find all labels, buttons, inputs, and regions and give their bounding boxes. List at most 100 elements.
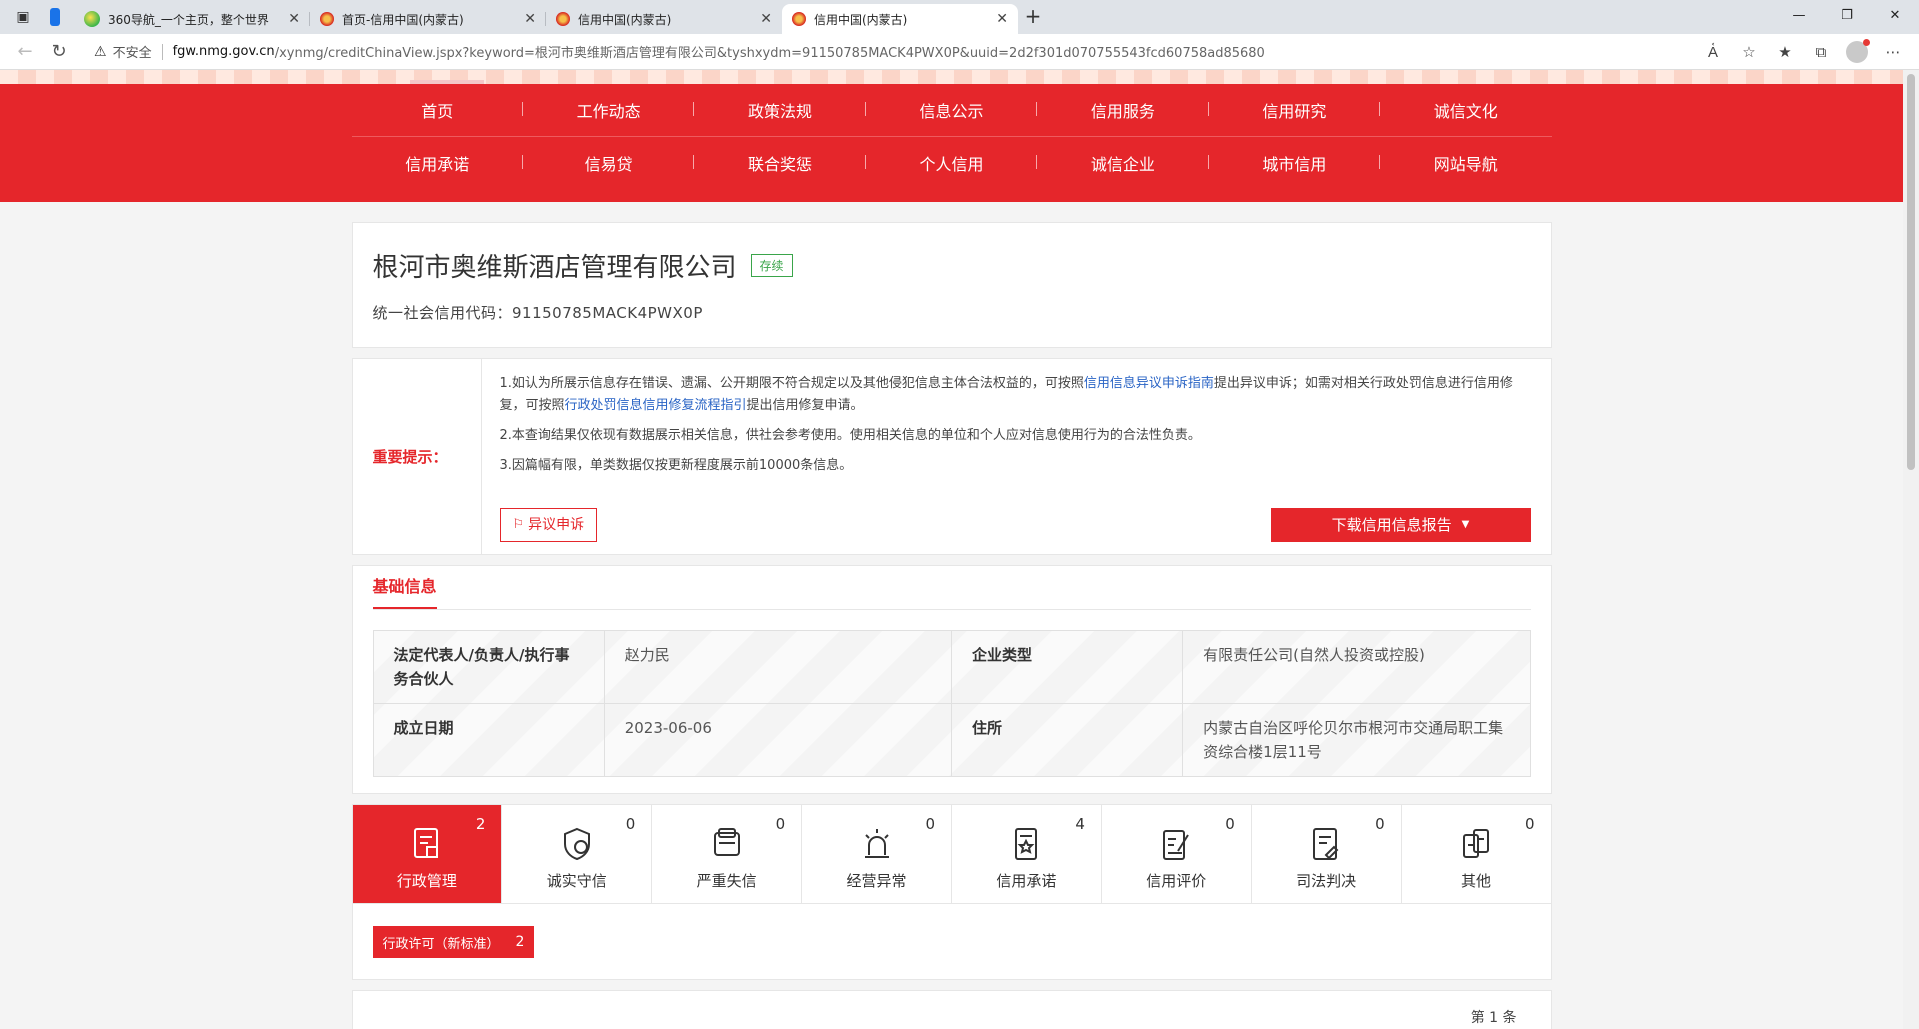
nav-item-city-credit[interactable]: 城市信用 (1209, 151, 1381, 175)
category-count: 0 (625, 815, 636, 833)
browser-tab-1[interactable]: 360导航_一个主页，整个世界 ✕ (74, 4, 310, 34)
nav-item-credit-service[interactable]: 信用服务 (1037, 98, 1210, 122)
more-menu-icon[interactable]: ⋯ (1875, 37, 1911, 67)
nav-item-disclosure[interactable]: 信息公示 (866, 98, 1038, 122)
browser-tab-2[interactable]: 首页-信用中国(内蒙古) ✕ (310, 4, 546, 34)
nav-row-2: 信用承诺 信易贷 联合奖惩 个人信用 诚信企业 城市信用 网站导航 (351, 136, 1552, 188)
table-row: 成立日期 2023-06-06 住所 内蒙古自治区呼伦贝尔市根河市交通局职工集资… (372, 703, 1531, 777)
company-header-card: 根河市奥维斯酒店管理有限公司 存续 统一社会信用代码：91150785MACK4… (351, 222, 1552, 348)
credit-code: 统一社会信用代码：91150785MACK4PWX0P (372, 304, 703, 322)
category-label: 其他 (1461, 872, 1492, 890)
close-icon[interactable]: ✕ (760, 11, 772, 27)
repair-guide-link[interactable]: 行政处罚信息信用修复流程指引 (565, 398, 747, 413)
notice-paragraph-3: 3.因篇幅有限，单类数据仅按更新程度展示前10000条信息。 (499, 458, 853, 473)
category-label: 行政管理 (396, 872, 457, 890)
caret-down-icon: ▼ (1461, 519, 1470, 530)
category-count: 4 (1075, 815, 1085, 833)
tab-honesty[interactable]: 0 诚实守信 (502, 805, 653, 903)
company-name-row: 根河市奥维斯酒店管理有限公司 存续 (373, 247, 1531, 284)
sub-tab-admin-license[interactable]: 行政许可（新标准） 2 (372, 926, 535, 958)
new-tab-icon[interactable]: + (1018, 4, 1048, 28)
browser-tab-4-active[interactable]: 信用中国(内蒙古) ✕ (782, 4, 1018, 34)
url-path: /xynmg/creditChinaView.jspx?keyword=根河市奥… (274, 46, 1265, 61)
category-label: 诚实守信 (546, 872, 607, 890)
insecure-label[interactable]: 不安全 (113, 42, 152, 61)
tab-business-abnormal[interactable]: 0 经营异常 (802, 805, 952, 903)
nav-item-personal-credit[interactable]: 个人信用 (866, 151, 1038, 175)
workspaces-icon[interactable] (42, 4, 68, 30)
tab-title: 首页-信用中国(内蒙古) (342, 12, 464, 27)
tab-admin-management[interactable]: 2 行政管理 (352, 805, 503, 903)
url-field[interactable]: ⚠ 不安全 fgw.nmg.gov.cn /xynmg/creditChinaV… (84, 38, 1687, 66)
nav-item-honest-enterprise[interactable]: 诚信企业 (1037, 151, 1210, 175)
tab-title: 360导航_一个主页，整个世界 (108, 12, 269, 27)
avatar (1846, 38, 1870, 63)
tab-credit-commitment[interactable]: 4 信用承诺 (952, 805, 1102, 903)
appeal-guide-link[interactable]: 信用信息异议申诉指南 (1084, 376, 1214, 391)
nav-item-integrity-culture[interactable]: 诚信文化 (1380, 98, 1551, 122)
emblem-icon (792, 12, 806, 26)
tab-serious-dishonesty[interactable]: 0 严重失信 (652, 805, 803, 903)
other-icon (1458, 826, 1494, 862)
minimize-icon[interactable]: — (1775, 0, 1823, 30)
company-name: 根河市奥维斯酒店管理有限公司 (372, 253, 737, 283)
notice-text: 提出信用修复申请。 (746, 398, 864, 413)
tab-judicial-judgment[interactable]: 0 司法判决 (1252, 805, 1402, 903)
address-value: 内蒙古自治区呼伦贝尔市根河市交通局职工集资综合楼1层11号 (1182, 703, 1531, 777)
person-flag-icon: ⚐ (512, 517, 525, 532)
restore-icon[interactable]: ❐ (1823, 0, 1871, 30)
url-separator (161, 43, 163, 60)
nav-item-home[interactable]: 首页 (352, 98, 524, 122)
category-label: 严重失信 (696, 872, 757, 890)
shield-credit-icon (559, 826, 595, 862)
favorites-icon[interactable]: ★ (1767, 37, 1803, 67)
page-scrollbar[interactable] (1903, 70, 1919, 1029)
browser-tab-bar: ▣ 360导航_一个主页，整个世界 ✕ 首页-信用中国(内蒙古) ✕ 信用中国(… (0, 0, 1919, 34)
profile-icon[interactable] (1839, 37, 1875, 67)
tab-other[interactable]: 0 其他 (1402, 805, 1551, 903)
emblem-icon (320, 12, 334, 26)
table-row: 法定代表人/负责人/执行事务合伙人 赵力民 企业类型 有限责任公司(自然人投资或… (372, 630, 1531, 704)
nav-item-site-nav[interactable]: 网站导航 (1380, 151, 1551, 175)
download-report-button[interactable]: 下载信用信息报告 ▼ (1270, 508, 1531, 542)
close-icon[interactable]: ✕ (288, 11, 300, 27)
category-count: 0 (1524, 815, 1535, 833)
nav-item-policies[interactable]: 政策法规 (694, 98, 867, 122)
category-count: 0 (925, 815, 935, 833)
browser-tab-3[interactable]: 信用中国(内蒙古) ✕ (546, 4, 782, 34)
nav-item-credit-research[interactable]: 信用研究 (1209, 98, 1381, 122)
add-favorite-icon[interactable]: ☆ (1731, 37, 1767, 67)
read-aloud-icon[interactable]: A᷾ (1695, 37, 1731, 67)
nav-item-credit-loan[interactable]: 信易贷 (523, 151, 695, 175)
close-icon[interactable]: ✕ (996, 11, 1008, 27)
warning-triangle-icon[interactable]: ⚠ (94, 44, 107, 60)
legal-rep-value: 赵力民 (603, 630, 952, 704)
notice-paragraph-2: 2.本查询结果仅依现有数据展示相关信息，供社会参考使用。使用相关信息的单位和个人… (499, 428, 1201, 443)
360-icon (84, 11, 100, 27)
founded-date-value: 2023-06-06 (603, 703, 952, 777)
alarm-icon (859, 826, 895, 862)
refresh-icon[interactable]: ↻ (42, 37, 76, 67)
basic-info-card: 基础信息 法定代表人/负责人/执行事务合伙人 赵力民 企业类型 有限责任公司(自… (351, 565, 1552, 794)
back-arrow-icon[interactable]: ← (8, 37, 42, 67)
notice-text: 1.如认为所展示信息存在错误、遗漏、公开期限不符合规定以及其他侵犯信息主体合法权… (499, 376, 1084, 391)
close-icon[interactable]: ✕ (524, 11, 536, 27)
collections-icon[interactable]: ⧉ (1803, 37, 1839, 67)
tab-credit-evaluation[interactable]: 0 信用评价 (1102, 805, 1252, 903)
nav-item-credit-commitment[interactable]: 信用承诺 (352, 151, 524, 175)
address-label: 住所 (950, 703, 1184, 777)
appeal-button[interactable]: ⚐ 异议申诉 (499, 508, 598, 542)
window-close-icon[interactable]: ✕ (1871, 0, 1919, 30)
founded-date-label: 成立日期 (372, 703, 605, 777)
notice-body: 1.如认为所展示信息存在错误、遗漏、公开期限不符合规定以及其他侵犯信息主体合法权… (482, 359, 1551, 554)
category-label: 信用承诺 (996, 872, 1057, 890)
legal-rep-label: 法定代表人/负责人/执行事务合伙人 (372, 630, 605, 704)
nav-item-work-news[interactable]: 工作动态 (523, 98, 695, 122)
scrollbar-thumb[interactable] (1907, 74, 1915, 470)
sub-tab-card: 行政许可（新标准） 2 (351, 904, 1552, 980)
active-nav-indicator (410, 80, 484, 84)
results-list-card: 第 1 条 (351, 990, 1552, 1029)
nav-item-rewards-penalties[interactable]: 联合奖惩 (694, 151, 867, 175)
category-label: 司法判决 (1296, 872, 1357, 890)
sidebar-toggle-icon[interactable]: ▣ (10, 4, 36, 30)
